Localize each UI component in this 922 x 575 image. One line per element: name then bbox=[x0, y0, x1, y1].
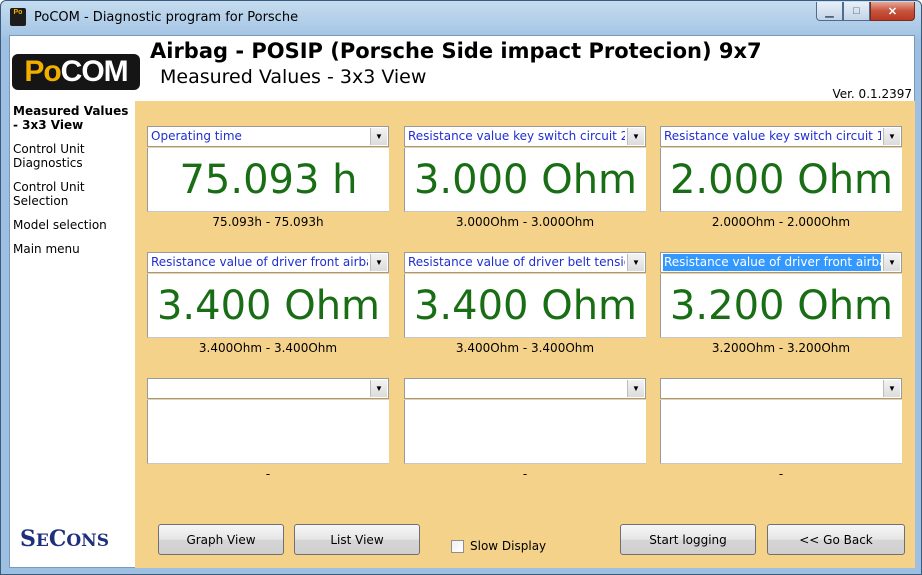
gauge-select[interactable]: Resistance value of driver belt tensione… bbox=[404, 252, 646, 273]
gauge-value: 3.400 Ohm bbox=[404, 274, 646, 338]
gauge-select[interactable]: ▼ bbox=[404, 378, 646, 399]
sidebar-item-measured-values[interactable]: Measured Values - 3x3 View bbox=[13, 104, 133, 132]
go-back-button[interactable]: << Go Back bbox=[767, 524, 905, 555]
gauge-select-value: Resistance value key switch circuit 1 bbox=[664, 129, 881, 143]
close-icon: ✕ bbox=[887, 5, 898, 18]
gauge-select-value bbox=[663, 380, 881, 397]
page-subtitle: Measured Values - 3x3 View bbox=[160, 66, 427, 88]
slow-display-option[interactable]: Slow Display bbox=[451, 539, 546, 553]
sidebar-item-model-selection[interactable]: Model selection bbox=[13, 218, 133, 232]
gauge-value: 3.000 Ohm bbox=[404, 148, 646, 212]
gauge-select[interactable]: Resistance value of driver front airbag … bbox=[147, 252, 389, 273]
version-label: Ver. 0.1.2397 bbox=[832, 87, 912, 101]
gauge-select-value: Resistance value of driver front airbag … bbox=[663, 254, 881, 271]
gauge-range: 3.200Ohm - 3.200Ohm bbox=[711, 341, 851, 355]
gauge-select-value: Resistance value key switch circuit 2 bbox=[408, 129, 625, 143]
gauge-select[interactable]: Operating time ▼ bbox=[147, 126, 389, 147]
gauge-range: 75.093h - 75.093h bbox=[212, 215, 324, 229]
maximize-button[interactable]: □ bbox=[843, 2, 870, 21]
chevron-down-icon[interactable]: ▼ bbox=[370, 380, 387, 397]
window-controls: ▁ □ ✕ bbox=[816, 2, 915, 21]
gauge-value: 3.200 Ohm bbox=[660, 274, 902, 338]
sidebar-item-main-menu[interactable]: Main menu bbox=[13, 242, 133, 256]
logo-po: Po bbox=[24, 55, 61, 88]
gauge-range: 3.000Ohm - 3.000Ohm bbox=[455, 215, 595, 229]
chevron-down-icon[interactable]: ▼ bbox=[883, 254, 900, 271]
client-area: Po COM Airbag - POSIP (Porsche Side impac… bbox=[9, 35, 915, 568]
chevron-down-icon[interactable]: ▼ bbox=[370, 128, 387, 145]
gauge-value: 2.000 Ohm bbox=[660, 148, 902, 212]
gauge-select-value bbox=[407, 380, 625, 397]
measured-values-panel: Operating time ▼ 75.093 h 75.093h - 75.093h… bbox=[135, 101, 915, 568]
chevron-down-icon[interactable]: ▼ bbox=[883, 128, 900, 145]
close-button[interactable]: ✕ bbox=[870, 2, 915, 21]
window-title: PoCOM - Diagnostic program for Porsche bbox=[34, 10, 299, 25]
gauge-select[interactable]: Resistance value key switch circuit 2 ▼ bbox=[404, 126, 646, 147]
chevron-down-icon[interactable]: ▼ bbox=[627, 128, 644, 145]
gauge-range: - bbox=[522, 467, 528, 481]
gauge-select-value bbox=[150, 380, 368, 397]
page-title: Airbag - POSIP (Porsche Side impact Prot… bbox=[150, 39, 762, 63]
chevron-down-icon[interactable]: ▼ bbox=[627, 254, 644, 271]
list-view-button[interactable]: List View bbox=[294, 524, 420, 555]
gauge-select[interactable]: ▼ bbox=[660, 378, 902, 399]
gauge-select-value: Resistance value of driver front airbag … bbox=[151, 255, 368, 269]
chevron-down-icon[interactable]: ▼ bbox=[627, 380, 644, 397]
gauge-range: 3.400Ohm - 3.400Ohm bbox=[455, 341, 595, 355]
gauge-range: - bbox=[778, 467, 784, 481]
chevron-down-icon[interactable]: ▼ bbox=[370, 254, 387, 271]
secons-logo: SECONS bbox=[20, 526, 109, 552]
app-icon: Po bbox=[10, 8, 26, 26]
gauge-value bbox=[404, 400, 646, 464]
gauge-select-value: Resistance value of driver belt tensione… bbox=[408, 255, 625, 269]
slow-display-label: Slow Display bbox=[470, 539, 547, 553]
app-window: Po PoCOM - Diagnostic program for Porsch… bbox=[0, 0, 922, 575]
pocom-logo: Po COM bbox=[12, 54, 140, 90]
title-bar[interactable]: Po PoCOM - Diagnostic program for Porsch… bbox=[1, 1, 921, 35]
minimize-icon: ▁ bbox=[825, 5, 834, 18]
sidebar-item-control-unit-diagnostics[interactable]: Control Unit Diagnostics bbox=[13, 142, 133, 170]
gauge-select[interactable]: Resistance value of driver front airbag … bbox=[660, 252, 902, 273]
gauge-value: 75.093 h bbox=[147, 148, 389, 212]
gauge-value bbox=[660, 400, 902, 464]
minimize-button[interactable]: ▁ bbox=[816, 2, 843, 21]
gauge-value: 3.400 Ohm bbox=[147, 274, 389, 338]
gauge-range: 2.000Ohm - 2.000Ohm bbox=[711, 215, 851, 229]
gauge-select[interactable]: Resistance value key switch circuit 1 ▼ bbox=[660, 126, 902, 147]
chevron-down-icon[interactable]: ▼ bbox=[883, 380, 900, 397]
maximize-icon: □ bbox=[853, 5, 860, 17]
gauge-range: 3.400Ohm - 3.400Ohm bbox=[198, 341, 338, 355]
sidebar-item-control-unit-selection[interactable]: Control Unit Selection bbox=[13, 180, 133, 208]
gauge-select-value: Operating time bbox=[151, 129, 242, 143]
gauge-value bbox=[147, 400, 389, 464]
gauge-range: - bbox=[265, 467, 271, 481]
logo-com: COM bbox=[60, 55, 129, 88]
sidebar: Measured Values - 3x3 View Control Unit … bbox=[13, 104, 133, 266]
slow-display-checkbox[interactable] bbox=[451, 539, 464, 553]
gauge-select[interactable]: ▼ bbox=[147, 378, 389, 399]
start-logging-button[interactable]: Start logging bbox=[620, 524, 756, 555]
graph-view-button[interactable]: Graph View bbox=[158, 524, 284, 555]
